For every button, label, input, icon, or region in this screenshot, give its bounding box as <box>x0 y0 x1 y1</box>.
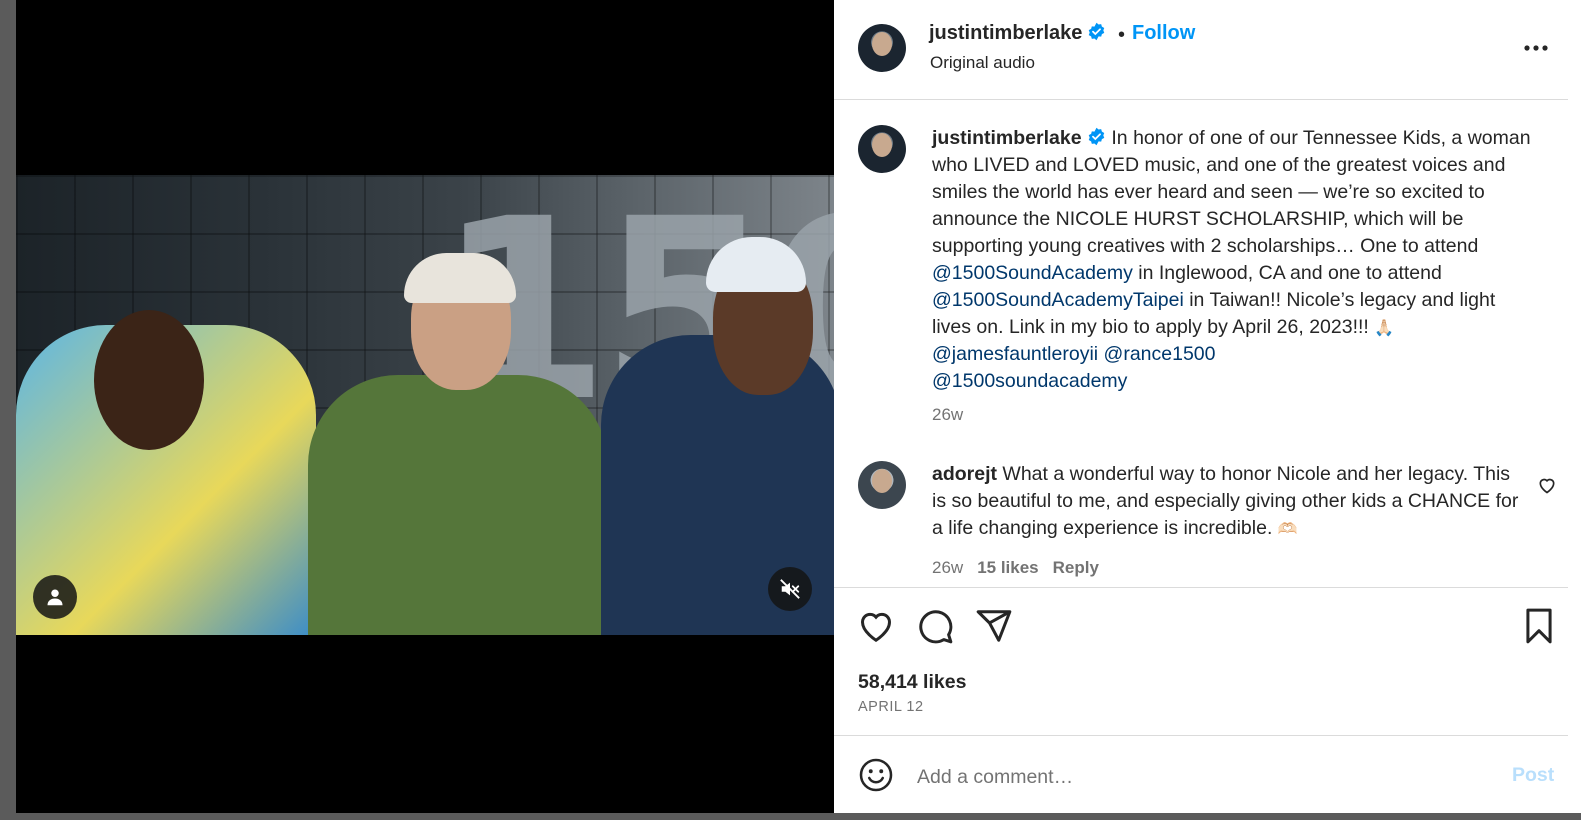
mention-link[interactable]: @1500SoundAcademy <box>932 262 1133 284</box>
header-separator: • <box>1118 24 1126 46</box>
comment-username[interactable]: adorejt <box>932 463 997 485</box>
likes-count[interactable]: 58,414 likes <box>858 671 966 694</box>
caption-meta: 26w <box>932 405 977 425</box>
verified-badge-icon <box>1088 22 1105 41</box>
author-name-row: justintimberlake <box>929 22 1106 45</box>
heart-hands-emoji: 🫶🏻 <box>1277 519 1298 538</box>
mention-link[interactable]: @rance1500 <box>1104 343 1216 365</box>
post-date[interactable]: APRIL 12 <box>858 699 924 715</box>
comments-section: justintimberlake In honor of one of our … <box>834 101 1568 587</box>
comment-likes[interactable]: 15 likes <box>977 558 1038 577</box>
mention-link[interactable]: @1500soundacademy <box>932 370 1127 392</box>
comment-age[interactable]: 26w <box>932 558 963 577</box>
comment-meta: 26w 15 likes Reply <box>932 558 1113 578</box>
person-center-body <box>308 375 608 635</box>
verified-badge-icon <box>1088 127 1105 146</box>
bookmark-icon[interactable] <box>1520 607 1558 645</box>
reel-video[interactable]: 1500 <box>16 175 834 635</box>
person-left-head <box>94 310 204 450</box>
emoji-icon[interactable] <box>858 757 894 793</box>
comment-text: What a wonderful way to honor Nicole and… <box>932 463 1519 539</box>
author-username[interactable]: justintimberlake <box>929 22 1082 44</box>
caption-text-2: in Inglewood, CA and one to attend <box>1132 262 1442 284</box>
audio-toggle-button[interactable] <box>768 567 812 611</box>
comment-like-icon[interactable] <box>1537 475 1557 495</box>
post-media: 1500 <box>16 0 834 813</box>
divider <box>834 587 1568 588</box>
post-caption: justintimberlake In honor of one of our … <box>932 125 1532 395</box>
reply-button[interactable]: Reply <box>1053 558 1099 577</box>
app-frame: 1500 <box>0 0 1581 820</box>
heart-icon[interactable] <box>857 607 895 645</box>
post-header: justintimberlake • Follow Original audio <box>834 0 1568 100</box>
mention-link[interactable]: @1500SoundAcademyTaipei <box>932 289 1184 311</box>
tagged-users-button[interactable] <box>33 575 77 619</box>
comment-icon[interactable] <box>916 607 954 645</box>
comment: adorejt What a wonderful way to honor Ni… <box>932 461 1522 542</box>
caption-username[interactable]: justintimberlake <box>932 127 1082 149</box>
muted-icon <box>780 579 800 599</box>
caption-age[interactable]: 26w <box>932 405 963 424</box>
backdrop-left <box>0 0 16 820</box>
pray-emoji: 🙏🏻 <box>1374 318 1395 337</box>
caption-avatar[interactable] <box>858 125 906 173</box>
backdrop-bottom <box>16 813 1581 820</box>
follow-button[interactable]: Follow <box>1132 22 1195 45</box>
commenter-avatar[interactable] <box>858 461 906 509</box>
mention-link[interactable]: @jamesfauntleroyii <box>932 343 1098 365</box>
divider <box>834 735 1568 736</box>
user-tag-icon <box>47 589 63 606</box>
post-details-panel: justintimberlake • Follow Original audio… <box>834 0 1581 813</box>
author-avatar[interactable] <box>858 24 906 72</box>
more-options-icon[interactable] <box>1522 34 1550 62</box>
share-icon[interactable] <box>975 607 1013 645</box>
post-comment-button[interactable]: Post <box>1512 764 1554 787</box>
audio-label[interactable]: Original audio <box>930 53 1035 73</box>
add-comment-input[interactable] <box>917 762 1477 792</box>
